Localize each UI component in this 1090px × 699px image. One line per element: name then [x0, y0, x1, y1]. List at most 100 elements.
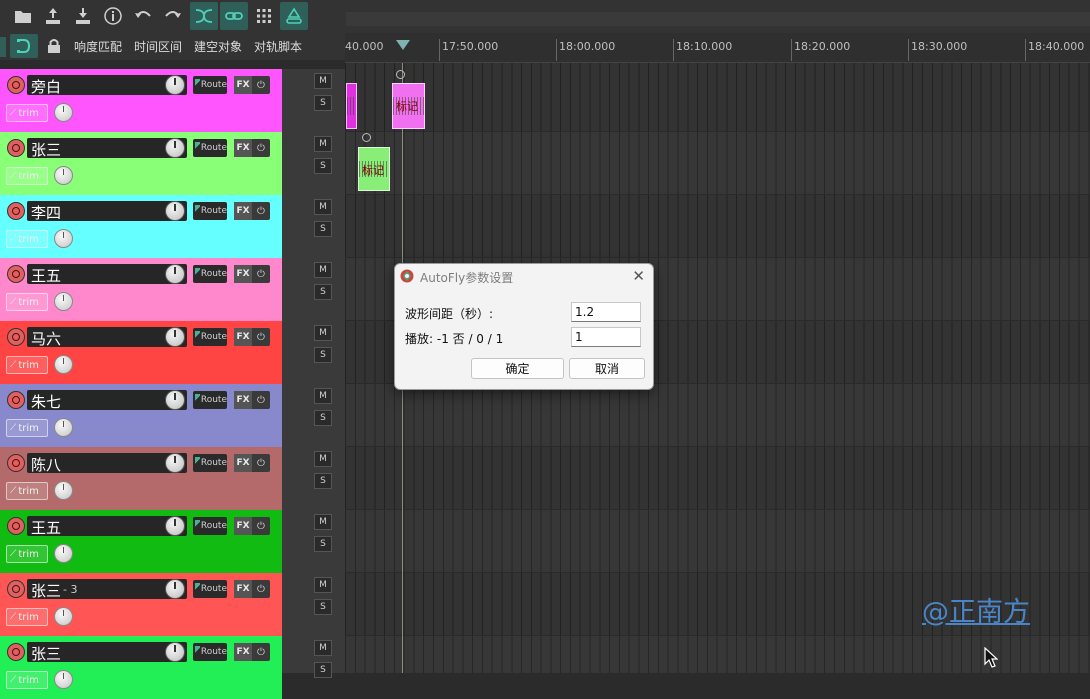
solo-button[interactable]: S — [314, 221, 332, 237]
route-button[interactable]: Route — [193, 265, 227, 283]
track-panel[interactable]: 旁白 Route FX ⏻ ⟋ trim — [0, 69, 282, 132]
volume-knob[interactable] — [165, 201, 185, 221]
snap-icon[interactable] — [10, 34, 38, 58]
mute-button[interactable]: M — [314, 388, 332, 404]
pan-knob[interactable] — [54, 607, 73, 626]
folder-icon[interactable] — [9, 2, 37, 30]
track-name-field[interactable]: 王五 — [27, 264, 187, 285]
build-empty-object-button[interactable]: 建空对象 — [194, 38, 242, 55]
track-name-field[interactable]: 王五 — [27, 516, 187, 537]
pan-knob[interactable] — [54, 292, 73, 311]
track-lane[interactable] — [345, 510, 1090, 573]
track-name-field[interactable]: 陈八 — [27, 453, 187, 474]
route-button[interactable]: Route — [193, 517, 227, 535]
route-button[interactable]: Route — [193, 643, 227, 661]
power-icon[interactable]: ⏻ — [252, 454, 270, 472]
track-lane[interactable] — [345, 69, 1090, 132]
undo-icon[interactable] — [129, 2, 157, 30]
track-panel[interactable]: 王五 Route FX ⏻ ⟋ trim — [0, 510, 282, 573]
record-arm-button[interactable] — [7, 391, 25, 409]
pan-knob[interactable] — [54, 229, 73, 248]
solo-button[interactable]: S — [314, 662, 332, 678]
solo-button[interactable]: S — [314, 536, 332, 552]
solo-button[interactable]: S — [314, 410, 332, 426]
download-icon[interactable] — [69, 2, 97, 30]
mute-button[interactable]: M — [314, 262, 332, 278]
route-button[interactable]: Route — [193, 328, 227, 346]
track-lane[interactable] — [345, 447, 1090, 510]
mute-button[interactable]: M — [314, 136, 332, 152]
power-icon[interactable]: ⏻ — [252, 202, 270, 220]
route-button[interactable]: Route — [193, 76, 227, 94]
track-name-field[interactable]: 张三 - 3 — [27, 579, 187, 600]
waveform-gap-input[interactable] — [571, 302, 641, 322]
route-button[interactable]: Route — [193, 139, 227, 157]
record-arm-button[interactable] — [7, 643, 25, 661]
mute-button[interactable]: M — [314, 73, 332, 89]
track-name-field[interactable]: 马六 — [27, 327, 187, 348]
mute-button[interactable]: M — [314, 577, 332, 593]
power-icon[interactable]: ⏻ — [252, 265, 270, 283]
track-lane[interactable] — [345, 195, 1090, 258]
fx-button[interactable]: FX ⏻ — [234, 202, 270, 220]
fx-button[interactable]: FX ⏻ — [234, 517, 270, 535]
mute-button[interactable]: M — [314, 451, 332, 467]
track-panel[interactable]: 李四 Route FX ⏻ ⟋ trim — [0, 195, 282, 258]
track-panel[interactable]: 张三 - 3 Route FX ⏻ ⟋ trim — [0, 573, 282, 636]
solo-button[interactable]: S — [314, 158, 332, 174]
cancel-button[interactable]: 取消 — [569, 358, 645, 379]
route-icon[interactable] — [280, 2, 308, 30]
fx-button[interactable]: FX ⏻ — [234, 643, 270, 661]
fx-button[interactable]: FX ⏻ — [234, 265, 270, 283]
trim-button[interactable]: ⟋ trim — [6, 356, 48, 374]
track-panel[interactable]: 朱七 Route FX ⏻ ⟋ trim — [0, 384, 282, 447]
record-arm-button[interactable] — [7, 265, 25, 283]
record-arm-button[interactable] — [7, 328, 25, 346]
record-arm-button[interactable] — [7, 454, 25, 472]
record-arm-button[interactable] — [7, 580, 25, 598]
solo-button[interactable]: S — [314, 473, 332, 489]
media-item[interactable]: 标记 — [358, 147, 390, 191]
trim-button[interactable]: ⟋ trim — [6, 104, 48, 122]
track-script-button[interactable]: 对轨脚本 — [254, 38, 302, 55]
solo-button[interactable]: S — [314, 599, 332, 615]
track-panel[interactable]: 王五 Route FX ⏻ ⟋ trim — [0, 258, 282, 321]
fade-handle[interactable] — [396, 70, 405, 79]
mute-button[interactable]: M — [314, 640, 332, 656]
record-arm-button[interactable] — [7, 517, 25, 535]
playback-input[interactable] — [571, 327, 641, 347]
fx-button[interactable]: FX ⏻ — [234, 328, 270, 346]
volume-knob[interactable] — [165, 327, 185, 347]
trim-button[interactable]: ⟋ trim — [6, 419, 48, 437]
upload-icon[interactable] — [39, 2, 67, 30]
trim-button[interactable]: ⟋ trim — [6, 671, 48, 689]
route-button[interactable]: Route — [193, 391, 227, 409]
power-icon[interactable]: ⏻ — [252, 328, 270, 346]
volume-knob[interactable] — [165, 390, 185, 410]
media-item[interactable]: 标记 — [392, 83, 425, 129]
time-range-button[interactable]: 时间区间 — [134, 38, 182, 55]
pan-knob[interactable] — [54, 355, 73, 374]
route-button[interactable]: Route — [193, 580, 227, 598]
pan-knob[interactable] — [54, 418, 73, 437]
track-lane[interactable] — [345, 132, 1090, 195]
volume-knob[interactable] — [165, 516, 185, 536]
crossfade-icon[interactable] — [190, 2, 218, 30]
volume-knob[interactable] — [165, 453, 185, 473]
record-arm-button[interactable] — [7, 139, 25, 157]
power-icon[interactable]: ⏻ — [252, 517, 270, 535]
trim-button[interactable]: ⟋ trim — [6, 482, 48, 500]
volume-knob[interactable] — [165, 75, 185, 95]
close-icon[interactable]: ✕ — [632, 267, 645, 285]
record-arm-button[interactable] — [7, 202, 25, 220]
volume-knob[interactable] — [165, 579, 185, 599]
pan-knob[interactable] — [54, 544, 73, 563]
lock-icon[interactable] — [44, 34, 64, 58]
track-panel[interactable]: 陈八 Route FX ⏻ ⟋ trim — [0, 447, 282, 510]
solo-button[interactable]: S — [314, 95, 332, 111]
redo-icon[interactable] — [159, 2, 187, 30]
track-panel[interactable]: 马六 Route FX ⏻ ⟋ trim — [0, 321, 282, 384]
mute-button[interactable]: M — [314, 325, 332, 341]
trim-button[interactable]: ⟋ trim — [6, 293, 48, 311]
link-icon[interactable] — [220, 2, 248, 30]
